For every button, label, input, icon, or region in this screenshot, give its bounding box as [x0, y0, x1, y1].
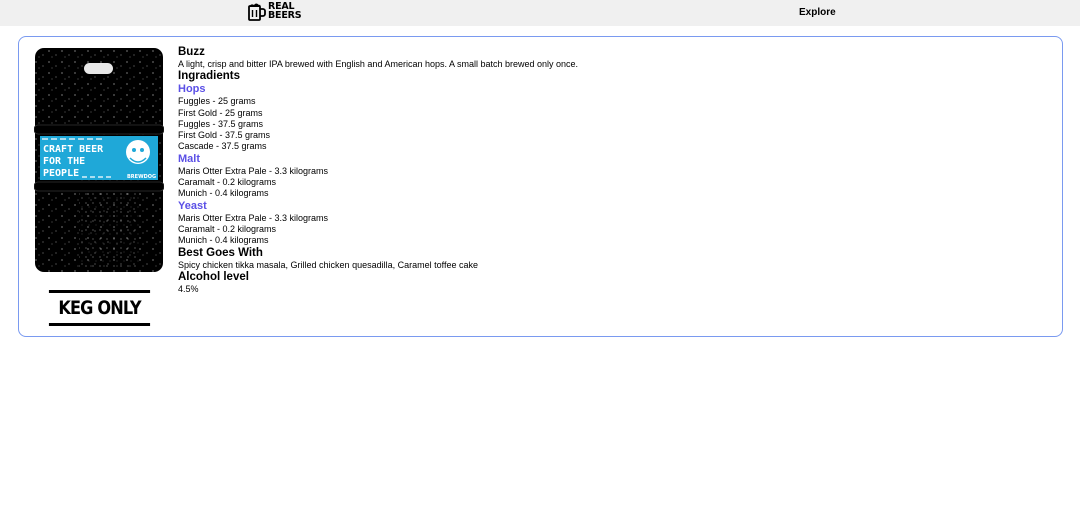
- list-item: Fuggles - 25 grams: [178, 96, 256, 107]
- beer-description: A light, crisp and bitter IPA brewed wit…: [178, 59, 579, 69]
- can-label-line-2: FOR THE: [43, 156, 85, 167]
- list-item: Munich - 0.4 kilograms: [178, 188, 269, 199]
- yeast-list: Maris Otter Extra Pale - 3.3 kilograms C…: [178, 213, 1038, 247]
- hops-list: Fuggles - 25 grams First Gold - 25 grams…: [178, 96, 1038, 152]
- can-brand: BREWDOG: [127, 174, 156, 180]
- list-item: Cascade - 37.5 grams: [178, 141, 267, 152]
- food-pairing-heading: Best Goes With: [178, 246, 263, 259]
- yeast-heading: Yeast: [178, 199, 207, 212]
- top-navbar: REAL BEERS Explore: [0, 0, 1080, 26]
- list-item: Fuggles - 37.5 grams: [178, 118, 264, 129]
- logo-line-2: BEERS: [268, 10, 302, 21]
- food-pairing-text: Spicy chicken tikka masala, Grilled chic…: [178, 259, 478, 270]
- alcohol-value: 4.5%: [178, 283, 199, 294]
- can-label-line-3: PEOPLE: [43, 168, 79, 179]
- logo-text: REAL BEERS: [268, 2, 302, 21]
- list-item: Munich - 0.4 kilograms: [178, 235, 269, 246]
- list-item: First Gold - 25 grams: [178, 107, 263, 118]
- keg-only-badge: KEG ONLY: [48, 290, 151, 326]
- beer-detail-card: CRAFT BEER FOR THE PEOPLE BREWDOG KEG ON…: [18, 36, 1063, 337]
- beer-info: Buzz A light, crisp and bitter IPA brewe…: [178, 46, 1038, 295]
- alcohol-heading: Alcohol level: [178, 270, 249, 283]
- list-item: Caramalt - 0.2 kilograms: [178, 223, 277, 234]
- can-label-line-1: CRAFT BEER: [43, 144, 104, 155]
- hops-heading: Hops: [178, 83, 206, 96]
- ingredients-heading: Ingradients: [178, 70, 240, 83]
- list-item: Maris Otter Extra Pale - 3.3 kilograms: [178, 165, 329, 176]
- list-item: First Gold - 37.5 grams: [178, 130, 271, 141]
- malt-list: Maris Otter Extra Pale - 3.3 kilograms C…: [178, 166, 1038, 200]
- logo[interactable]: REAL BEERS: [248, 1, 302, 21]
- beer-name: Buzz: [178, 46, 205, 58]
- beer-mug-icon: [248, 3, 266, 21]
- list-item: Maris Otter Extra Pale - 3.3 kilograms: [178, 212, 329, 223]
- list-item: Caramalt - 0.2 kilograms: [178, 177, 277, 188]
- malt-heading: Malt: [178, 152, 200, 165]
- beer-can-image: CRAFT BEER FOR THE PEOPLE BREWDOG: [34, 48, 164, 272]
- nav-explore-link[interactable]: Explore: [799, 7, 836, 18]
